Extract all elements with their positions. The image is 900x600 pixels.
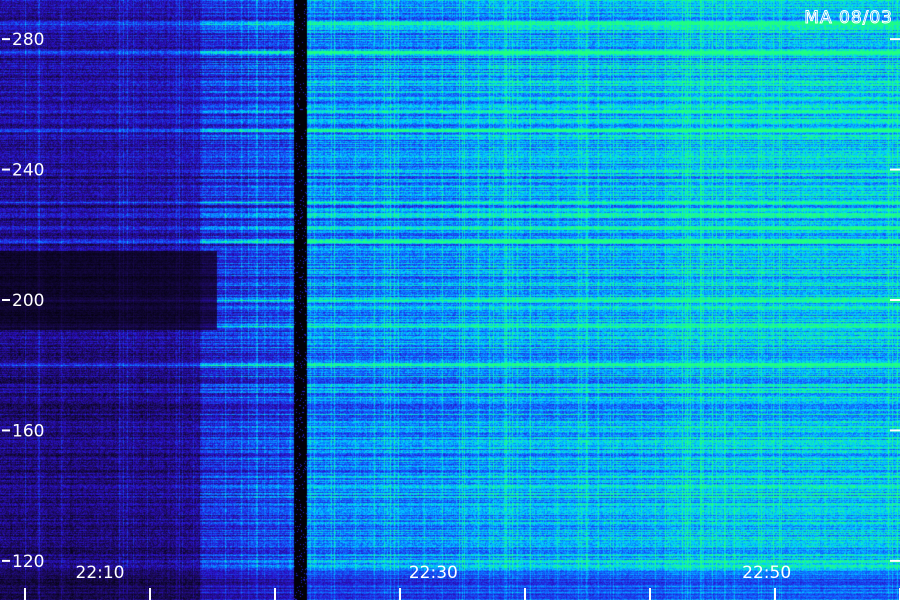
y-tick-label: 160	[12, 421, 44, 441]
y-axis: 120 160 200 240 280	[2, 30, 900, 572]
x-tick-label: 22:50	[742, 563, 791, 583]
corner-label: MA 08/03	[804, 8, 893, 28]
y-tick-label: 120	[12, 552, 44, 572]
y-tick-label: 280	[12, 30, 44, 50]
y-tick-label: 240	[12, 161, 44, 181]
x-tick-label: 22:10	[76, 563, 125, 583]
x-axis: 22:10 22:30 22:50	[24, 563, 900, 600]
axis-overlay: 120 160 200 240 280 22:10 22:30 22:50 MA 08/03	[2, 8, 900, 600]
y-tick-label: 200	[12, 291, 44, 311]
x-tick-label: 22:30	[409, 563, 458, 583]
